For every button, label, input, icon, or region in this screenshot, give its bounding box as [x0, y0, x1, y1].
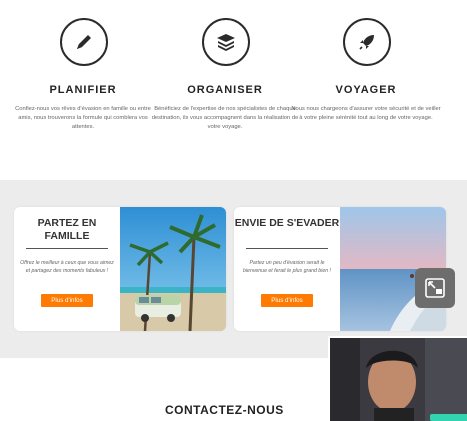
- pen-icon: [60, 18, 108, 66]
- picture-in-picture-button[interactable]: [415, 268, 455, 308]
- rocket-icon: [343, 18, 391, 66]
- beach-van-image: [120, 207, 226, 331]
- layers-icon: [202, 18, 250, 66]
- card-description: Partez un peu d'évasion serait le bienve…: [243, 260, 331, 274]
- feature-title: VOYAGER: [335, 84, 397, 96]
- webcam-overlay: [328, 336, 467, 421]
- webcam-person-image: [330, 338, 467, 421]
- feature-description: Nous nous chargeons d'assurer votre sécu…: [291, 106, 441, 121]
- card-evader: ENVIE DE S'EVADER Partez un peu d'évasio…: [234, 207, 446, 331]
- features-section: PLANIFIER Confiez-nous vos rêves d'évasi…: [0, 0, 467, 180]
- feature-title: PLANIFIER: [49, 84, 117, 96]
- feature-description: Bénéficiez de l'expertise de nos spécial…: [151, 106, 299, 130]
- contact-heading: CONTACTEZ-NOUS: [165, 403, 284, 417]
- feature-title: ORGANISER: [187, 84, 263, 96]
- more-info-button[interactable]: Plus d'infos: [41, 294, 93, 307]
- card-title: ENVIE DE S'EVADER: [234, 217, 340, 229]
- feature-description: Confiez-nous vos rêves d'évasion en fami…: [15, 106, 151, 130]
- card-text: PARTEZ EN FAMILLE Offrez le meilleur à c…: [14, 207, 120, 331]
- card-divider: [26, 248, 108, 249]
- card-divider: [246, 248, 328, 249]
- card-famille: PARTEZ EN FAMILLE Offrez le meilleur à c…: [14, 207, 226, 331]
- card-text: ENVIE DE S'EVADER Partez un peu d'évasio…: [234, 207, 340, 331]
- card-title: PARTEZ EN FAMILLE: [37, 217, 97, 242]
- card-description: Offrez le meilleur à ceux que vous aimez…: [20, 260, 114, 274]
- expand-icon: [425, 278, 445, 298]
- more-info-button[interactable]: Plus d'infos: [261, 294, 313, 307]
